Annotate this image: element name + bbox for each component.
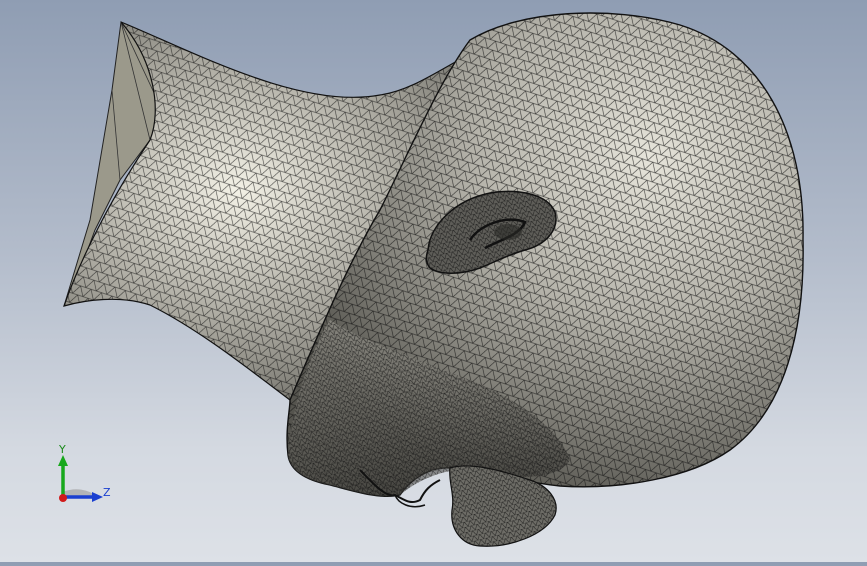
y-axis-label: Y [59, 443, 66, 456]
mesh-model-head[interactable] [0, 0, 867, 562]
graphics-viewport[interactable]: Y Z [0, 0, 867, 562]
coordinate-triad[interactable]: Y Z [50, 440, 120, 510]
z-axis-label: Z [103, 486, 111, 499]
x-axis-dot [59, 494, 67, 502]
